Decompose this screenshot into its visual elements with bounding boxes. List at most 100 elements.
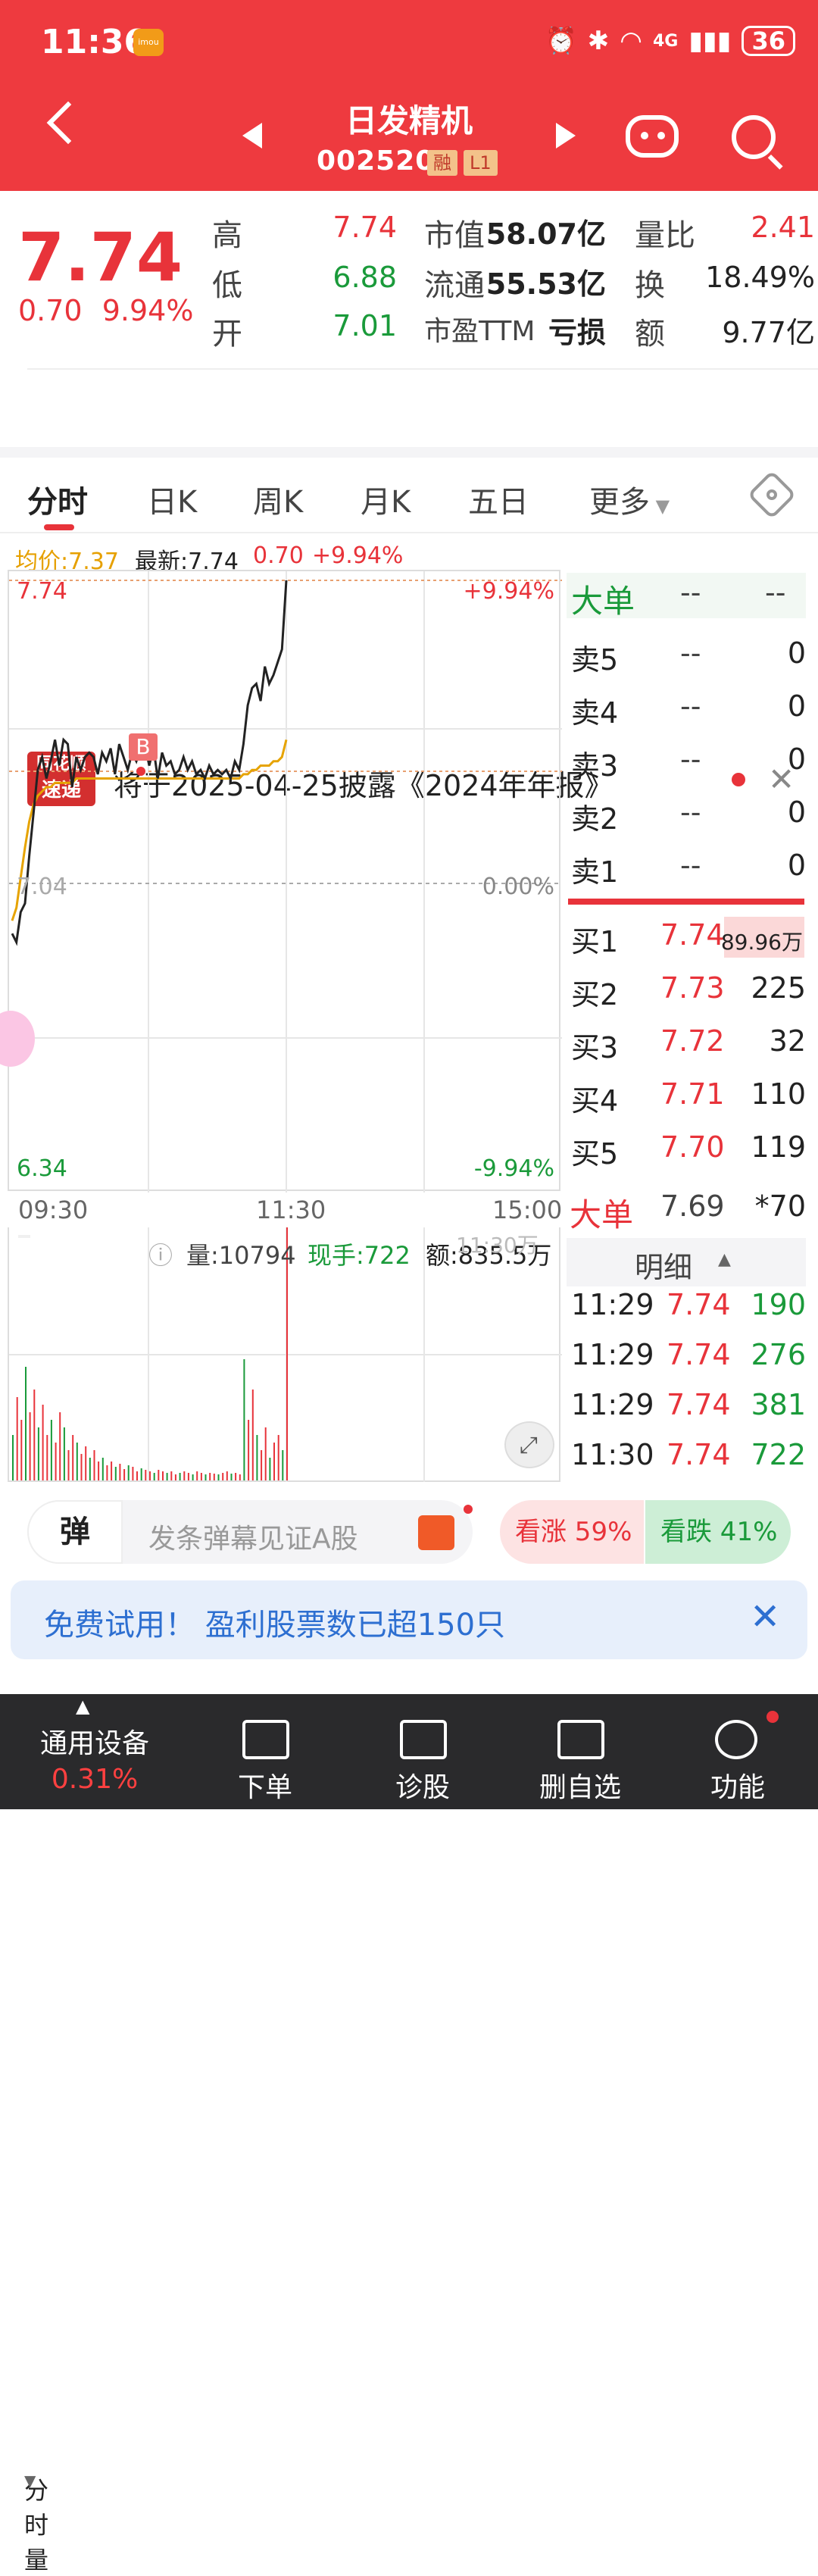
vol-ratio-value: 2.41 bbox=[751, 211, 815, 244]
level-badge: L1 bbox=[464, 150, 498, 176]
time-overlay: 11:30万 bbox=[456, 1233, 539, 1258]
close-banner-icon[interactable]: ✕ bbox=[750, 1596, 780, 1638]
volume-bar bbox=[111, 1462, 113, 1480]
help-icon[interactable]: ⓘ bbox=[148, 1236, 173, 1271]
float-label: 流通 bbox=[424, 268, 485, 303]
detail-header[interactable]: 明细 ▲ bbox=[567, 1238, 806, 1286]
high-label: 高 bbox=[212, 218, 242, 253]
back-icon[interactable] bbox=[46, 101, 90, 145]
tab-more[interactable]: 更多 ▼ bbox=[589, 477, 670, 521]
ask-row-4[interactable]: 卖4 -- 0 bbox=[570, 689, 806, 735]
volume-bar bbox=[200, 1473, 202, 1480]
volume-bar bbox=[162, 1471, 164, 1480]
intraday-chart-svg: B 7.74 7.04 6.34 +9.94% 0.00% -9.94% bbox=[9, 571, 562, 1193]
turnover-label: 换 bbox=[635, 268, 665, 303]
volume-bar bbox=[230, 1474, 233, 1480]
settings-hex-icon[interactable] bbox=[747, 470, 797, 520]
ask-row-2[interactable]: 卖2 -- 0 bbox=[570, 796, 806, 841]
volume-bar bbox=[158, 1470, 160, 1480]
bid-row-4[interactable]: 买4 7.71 110 bbox=[570, 1077, 806, 1123]
tab-monthly-k[interactable]: 月K bbox=[361, 477, 411, 521]
big-order-row-2[interactable]: 大单 7.69 *70 bbox=[570, 1190, 806, 1235]
notice-bar[interactable]: 同花顺 速递 将于2025-04-25披露《2024年年报》 ✕ bbox=[0, 371, 818, 806]
bid-row-2[interactable]: 买2 7.73 225 bbox=[570, 971, 806, 1017]
volume-bar bbox=[222, 1473, 224, 1480]
danmu-placeholder[interactable]: 发条弹幕见证A股 bbox=[148, 1517, 358, 1556]
pct-mid-label: 0.00% bbox=[482, 874, 554, 900]
amount-label: 额 bbox=[635, 317, 665, 352]
volume-bar bbox=[55, 1443, 57, 1480]
vol-ratio-label: 量比 bbox=[635, 218, 695, 253]
turnover-value: 18.49% bbox=[705, 261, 815, 294]
volume-bar bbox=[119, 1464, 121, 1480]
volume-bar bbox=[25, 1367, 27, 1480]
current-price: 7.74 bbox=[18, 218, 183, 296]
next-stock-icon[interactable] bbox=[556, 123, 576, 148]
bid-row-3[interactable]: 买3 7.72 32 bbox=[570, 1024, 806, 1070]
nav-industry[interactable]: ▲ 通用设备 0.31% bbox=[0, 1694, 164, 1809]
volume-bar bbox=[256, 1435, 258, 1480]
volume-bar bbox=[264, 1427, 267, 1480]
ask-row-1[interactable]: 卖1 -- 0 bbox=[570, 849, 806, 894]
volume-bar bbox=[98, 1462, 100, 1480]
search-icon[interactable] bbox=[732, 115, 776, 159]
x-label-1500: 15:00 bbox=[492, 1196, 563, 1224]
bid-row-5[interactable]: 买5 7.70 119 bbox=[570, 1130, 806, 1176]
danmu-button[interactable]: 弹 bbox=[27, 1500, 123, 1564]
volume-bar bbox=[46, 1435, 48, 1480]
tab-weekly-k[interactable]: 周K bbox=[253, 477, 303, 521]
volume-bar bbox=[93, 1450, 95, 1480]
bearish-button[interactable]: 看跌 41% bbox=[645, 1500, 791, 1564]
mktcap-label: 市值 bbox=[424, 218, 485, 253]
imou-app-icon: imou bbox=[133, 29, 164, 56]
wifi-icon: ◠ bbox=[620, 26, 642, 56]
volume-bar bbox=[114, 1467, 117, 1480]
tab-five-day[interactable]: 五日 bbox=[468, 477, 529, 521]
alarm-icon: ⏰ bbox=[545, 26, 577, 56]
volume-bar bbox=[63, 1427, 65, 1480]
intraday-chart[interactable]: B 7.74 7.04 6.34 +9.94% 0.00% -9.94% bbox=[0, 570, 562, 1193]
tab-daily-k[interactable]: 日K bbox=[147, 477, 197, 521]
volume-bar bbox=[89, 1458, 91, 1480]
gift-icon[interactable] bbox=[418, 1515, 454, 1550]
volume-bar bbox=[33, 1390, 36, 1480]
dropdown-icon: ▼ bbox=[24, 2471, 36, 2490]
bid-row-1[interactable]: 买1 7.74 89.96万 bbox=[570, 918, 806, 964]
ask-row-5[interactable]: 卖5 -- 0 bbox=[570, 636, 806, 682]
volume-bar bbox=[235, 1473, 237, 1480]
promo-banner[interactable]: 免费试用！ 盈利股票数已超150只 ✕ bbox=[11, 1580, 807, 1659]
nav-order[interactable]: 下单 bbox=[183, 1694, 347, 1809]
low-value: 6.88 bbox=[333, 261, 397, 294]
volume-bar bbox=[213, 1474, 215, 1480]
nav-remove-watchlist[interactable]: 删自选 bbox=[498, 1694, 662, 1809]
pe-value: 亏损 bbox=[548, 316, 606, 349]
open-value: 7.01 bbox=[333, 309, 397, 342]
nav-functions[interactable]: 功能 bbox=[656, 1694, 818, 1809]
current-hand: 现手:722 bbox=[308, 1241, 411, 1270]
volume-bar bbox=[183, 1471, 186, 1480]
volume-bar bbox=[72, 1435, 74, 1480]
y-mid-label: 7.04 bbox=[17, 874, 67, 900]
ai-assistant-icon[interactable] bbox=[626, 115, 679, 158]
ask-row-3[interactable]: 卖3 -- 0 bbox=[570, 742, 806, 788]
volume-bar bbox=[174, 1474, 176, 1480]
promo-text[interactable]: 免费试用！ 盈利股票数已超150只 bbox=[44, 1600, 505, 1644]
volume-bar bbox=[149, 1471, 151, 1480]
tab-intraday[interactable]: 分时 bbox=[27, 477, 88, 521]
nav-diagnose[interactable]: 诊股 bbox=[341, 1694, 504, 1809]
volume-bar bbox=[123, 1469, 126, 1480]
volume-bar bbox=[251, 1390, 254, 1480]
volume-bar bbox=[140, 1468, 142, 1480]
volume-bar bbox=[136, 1471, 138, 1480]
red-dot-icon bbox=[766, 1711, 779, 1723]
volume-total: 量:10794 bbox=[186, 1241, 296, 1270]
expand-icon[interactable]: ⤢ bbox=[504, 1421, 554, 1468]
menu-circle-icon bbox=[715, 1720, 757, 1759]
top-header: 11:36 imou ⏰ ✱ ◠ 4G ▮▮▮ 36 日发精机 002520 融… bbox=[0, 0, 818, 191]
bullish-button[interactable]: 看涨 59% bbox=[500, 1500, 644, 1564]
volume-bar bbox=[277, 1435, 279, 1480]
volume-selector[interactable]: 分时量 ▼ bbox=[18, 1235, 48, 2574]
bluetooth-icon: ✱ bbox=[587, 26, 610, 56]
signal-icon: ▮▮▮ bbox=[688, 26, 732, 56]
volume-bar bbox=[80, 1454, 83, 1480]
